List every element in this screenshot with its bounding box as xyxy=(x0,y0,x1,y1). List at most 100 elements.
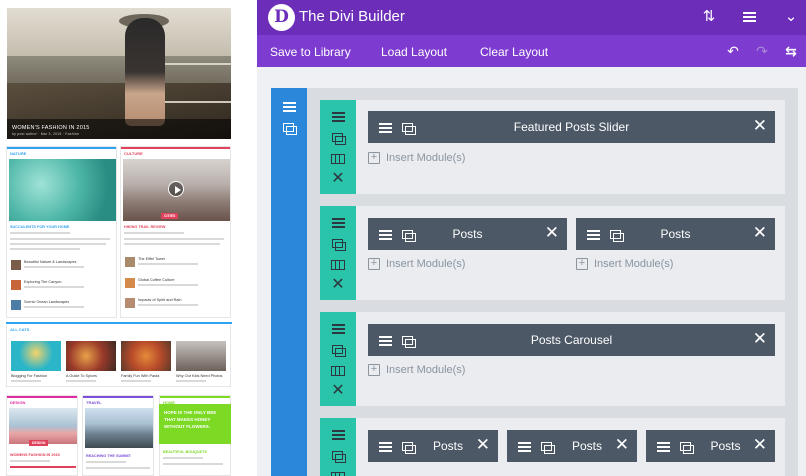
list-thumb xyxy=(125,257,135,267)
row-controls xyxy=(320,418,356,476)
screen: WOMEN'S FASHION IN 2015 by post author ·… xyxy=(0,0,806,476)
row: ✕ Featured Posts Slider ✕ + Insert Module… xyxy=(320,100,785,194)
culture-list-item: Global Coffee Culture xyxy=(138,278,175,282)
module-posts[interactable]: Posts ✕ xyxy=(368,430,498,462)
save-to-library-button[interactable]: Save to Library xyxy=(270,45,351,59)
module-posts-carousel[interactable]: Posts Carousel ✕ xyxy=(368,324,775,356)
divi-builder: D The Divi Builder ⇅ ⌄ Save to Library L… xyxy=(257,0,806,476)
row-move-icon[interactable] xyxy=(328,107,348,125)
list-thumb xyxy=(11,300,21,310)
row-duplicate-icon[interactable] xyxy=(328,340,348,358)
meta-line xyxy=(163,457,203,459)
row-move-icon[interactable] xyxy=(328,425,348,443)
all-cats-section: ALL CATS Blogging For Fashion A Guide To… xyxy=(6,325,231,387)
row-controls: ✕ xyxy=(320,312,356,406)
row-delete-icon[interactable]: ✕ xyxy=(328,276,348,294)
load-layout-button[interactable]: Load Layout xyxy=(381,45,447,59)
plus-icon: + xyxy=(368,364,380,377)
nature-column: NATURE SUCCULENTS FOR YOUR HOME Beautifu… xyxy=(6,146,117,318)
module-posts[interactable]: Posts ✕ xyxy=(576,218,775,250)
excerpt-line xyxy=(124,238,224,240)
module-delete-icon[interactable]: ✕ xyxy=(545,224,559,242)
plus-icon: + xyxy=(368,258,380,271)
plus-icon: + xyxy=(368,152,380,165)
module-featured-posts-slider[interactable]: Featured Posts Slider ✕ xyxy=(368,111,775,143)
all-cats-heading: ALL CATS xyxy=(10,327,30,332)
chevron-down-icon[interactable]: ⌄ xyxy=(781,8,801,26)
summit-image xyxy=(85,408,153,448)
meta-line xyxy=(66,380,96,382)
nature-list-item: Exploring The Canyon xyxy=(24,280,62,284)
meta-line xyxy=(124,232,184,234)
promo-quote: HOPE IS THE ONLY BEE THAT MAKES HONEY WI… xyxy=(159,404,231,444)
section-move-icon[interactable] xyxy=(279,97,299,115)
all-cats-item: A Guide To Spices xyxy=(66,374,97,378)
row: ✕ Posts Carousel ✕ + Insert Module(s) xyxy=(320,312,785,406)
divi-logo: D xyxy=(268,4,295,31)
row: Posts ✕ Posts ✕ Posts ✕ xyxy=(320,418,785,476)
module-delete-icon[interactable]: ✕ xyxy=(615,436,629,454)
meta-line xyxy=(10,460,50,462)
module-posts[interactable]: Posts ✕ xyxy=(368,218,567,250)
travel-column: TRAVEL REACHING THE SUMMIT xyxy=(82,395,154,476)
module-move-icon[interactable] xyxy=(515,437,533,455)
undo-icon[interactable]: ↶ xyxy=(724,42,742,60)
culture-list-item: The Eiffel Tower xyxy=(138,257,166,261)
list-thumb xyxy=(125,298,135,308)
row-columns-icon[interactable] xyxy=(328,255,348,273)
travel-heading: TRAVEL xyxy=(83,396,153,405)
row-columns-icon[interactable] xyxy=(328,361,348,379)
list-thumb xyxy=(11,260,21,270)
module-delete-icon[interactable]: ✕ xyxy=(753,224,767,242)
redo-icon[interactable]: ↷ xyxy=(753,42,771,60)
row-move-icon[interactable] xyxy=(328,213,348,231)
excerpt-line xyxy=(10,238,110,240)
row-columns-icon[interactable] xyxy=(328,149,348,167)
insert-module-label: Insert Module(s) xyxy=(386,364,466,377)
list-thumb xyxy=(125,278,135,288)
module-delete-icon[interactable]: ✕ xyxy=(753,330,767,348)
builder-subbar: Save to Library Load Layout Clear Layout… xyxy=(257,35,806,67)
design-badge: DESIGN xyxy=(29,440,49,446)
row-move-icon[interactable] xyxy=(328,319,348,337)
module-move-icon[interactable] xyxy=(654,437,672,455)
clear-layout-button[interactable]: Clear Layout xyxy=(480,45,548,59)
row-duplicate-icon[interactable] xyxy=(328,234,348,252)
menu-icon[interactable] xyxy=(739,8,759,26)
module-posts[interactable]: Posts ✕ xyxy=(507,430,637,462)
insert-module-button[interactable]: + Insert Module(s) xyxy=(368,152,465,166)
design-column: DESIGN DESIGN WOMENS FASHION IN 2015 xyxy=(6,395,78,476)
insert-module-button[interactable]: + Insert Module(s) xyxy=(368,364,465,378)
row-columns-icon[interactable] xyxy=(328,467,348,476)
hero-person xyxy=(125,18,165,126)
row-controls: ✕ xyxy=(320,100,356,194)
insert-module-button[interactable]: + Insert Module(s) xyxy=(576,258,673,272)
meta-line xyxy=(24,306,84,308)
row-duplicate-icon[interactable] xyxy=(328,446,348,464)
design-post-title: WOMENS FASHION IN 2015 xyxy=(10,453,60,457)
module-delete-icon[interactable]: ✕ xyxy=(476,436,490,454)
hero-caption-title: WOMEN'S FASHION IN 2015 xyxy=(12,125,90,131)
nature-heading: NATURE xyxy=(7,147,116,156)
all-cats-item: Blogging For Fashion xyxy=(11,374,48,378)
module-move-icon[interactable] xyxy=(376,437,394,455)
meta-line xyxy=(86,461,126,463)
row-delete-icon[interactable]: ✕ xyxy=(328,170,348,188)
nature-post-title: SUCCULENTS FOR YOUR HOME xyxy=(10,225,70,229)
excerpt-line xyxy=(163,463,223,465)
insert-module-button[interactable]: + Insert Module(s) xyxy=(368,258,465,272)
meta-line xyxy=(176,380,206,382)
portability-icon[interactable]: ⇆ xyxy=(782,42,800,60)
module-posts[interactable]: Posts ✕ xyxy=(646,430,775,462)
module-delete-icon[interactable]: ✕ xyxy=(753,117,767,135)
meta-line xyxy=(24,266,84,268)
module-delete-icon[interactable]: ✕ xyxy=(753,436,767,454)
layout-preview: WOMEN'S FASHION IN 2015 by post author ·… xyxy=(0,0,238,476)
list-thumb xyxy=(11,280,21,290)
section-duplicate-icon[interactable] xyxy=(279,118,299,136)
promo-text: HOPE IS THE ONLY BEE THAT MAKES HONEY WI… xyxy=(164,410,217,429)
row-delete-icon[interactable]: ✕ xyxy=(328,382,348,400)
panel-gap xyxy=(238,0,257,476)
sort-icon[interactable]: ⇅ xyxy=(699,8,719,26)
row-duplicate-icon[interactable] xyxy=(328,128,348,146)
